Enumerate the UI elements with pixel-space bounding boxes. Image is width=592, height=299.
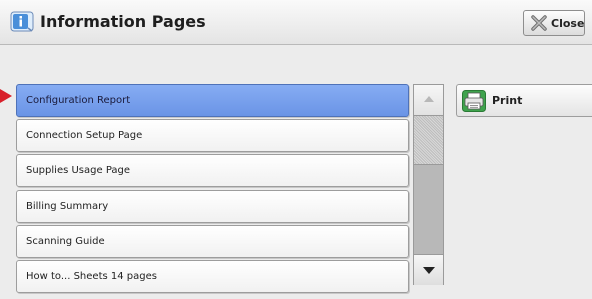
list-item-label: Connection Setup Page xyxy=(26,130,143,141)
scroll-up-button[interactable] xyxy=(414,85,443,116)
list-item-how-to-sheets[interactable]: How to... Sheets 14 pages xyxy=(16,260,409,293)
title-bar: Information Pages Close xyxy=(0,0,592,45)
print-button[interactable]: Print xyxy=(456,84,592,117)
list-scrollbar[interactable] xyxy=(413,84,444,285)
printer-icon xyxy=(462,90,486,112)
list-item-label: Billing Summary xyxy=(26,201,109,212)
list-item-label: Scanning Guide xyxy=(26,236,105,247)
close-button-label: Close xyxy=(551,17,585,30)
list-item-connection-setup-page[interactable]: Connection Setup Page xyxy=(16,119,409,152)
chevron-down-icon xyxy=(423,267,435,274)
scroll-down-button[interactable] xyxy=(414,254,443,285)
list-item-label: Configuration Report xyxy=(26,95,131,106)
list-item-configuration-report[interactable]: Configuration Report xyxy=(16,84,409,117)
print-button-label: Print xyxy=(492,94,523,107)
list-item-supplies-usage-page[interactable]: Supplies Usage Page xyxy=(16,154,409,187)
list-item-scanning-guide[interactable]: Scanning Guide xyxy=(16,225,409,258)
page-title: Information Pages xyxy=(40,12,206,31)
close-button[interactable]: Close xyxy=(523,10,585,36)
pointer-arrow-icon xyxy=(0,89,12,103)
close-x-icon xyxy=(530,15,548,31)
list-item-label: How to... Sheets 14 pages xyxy=(26,271,157,282)
info-pages-icon xyxy=(10,11,34,33)
list-item-billing-summary[interactable]: Billing Summary xyxy=(16,190,409,223)
chevron-up-icon xyxy=(424,96,434,102)
list-item-label: Supplies Usage Page xyxy=(26,165,131,176)
scroll-thumb[interactable] xyxy=(414,116,443,165)
